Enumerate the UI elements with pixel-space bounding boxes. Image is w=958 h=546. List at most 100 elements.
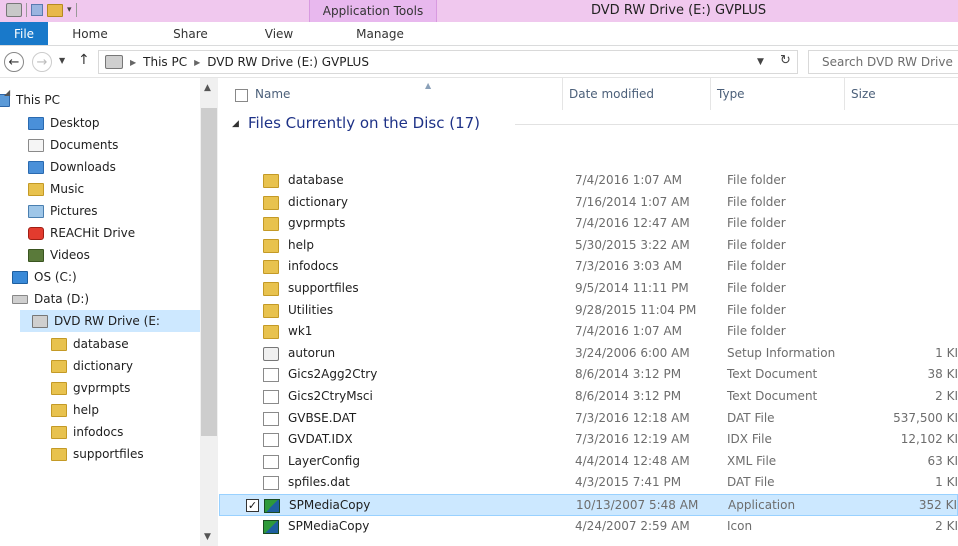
collapse-triangle-icon[interactable]: ◢ <box>232 119 239 129</box>
file-group-header[interactable]: ◢ Files Currently on the Disc (17) <box>219 111 958 137</box>
nav-item-os-c[interactable]: OS (C:) <box>12 266 77 288</box>
file-row[interactable]: autorun 3/24/2006 6:00 AM Setup Informatio… <box>219 343 958 365</box>
nav-item-music[interactable]: Music <box>28 178 84 200</box>
file-type: Text Document <box>727 367 818 381</box>
file-name: database <box>288 173 344 187</box>
tab-home[interactable]: Home <box>65 22 115 45</box>
search-input[interactable]: Search DVD RW Drive <box>808 50 958 74</box>
back-button[interactable]: ← <box>4 52 24 72</box>
folder-icon <box>263 325 279 339</box>
file-date-modified: 4/4/2014 12:48 AM <box>575 454 690 468</box>
group-divider <box>515 124 958 125</box>
column-header-type[interactable]: Type <box>711 78 845 110</box>
file-name: help <box>288 238 314 252</box>
downloads-icon <box>28 160 44 174</box>
scrollbar-thumb[interactable] <box>201 108 217 436</box>
file-row[interactable]: dictionary 7/16/2014 1:07 AM File folder <box>219 192 958 214</box>
nav-item-supportfiles[interactable]: supportfiles <box>51 443 144 465</box>
file-row[interactable]: wk1 7/4/2016 1:07 AM File folder <box>219 321 958 343</box>
column-header-date-modified[interactable]: Date modified <box>563 78 711 110</box>
text-file-icon <box>263 390 279 404</box>
application-icon <box>263 520 279 534</box>
folder-icon <box>51 337 67 351</box>
file-row[interactable]: gvprmpts 7/4/2016 12:47 AM File folder <box>219 213 958 235</box>
file-name: gvprmpts <box>288 216 346 230</box>
nav-item-videos[interactable]: Videos <box>28 244 90 266</box>
folder-icon <box>263 174 279 188</box>
scroll-down-icon[interactable]: ▼ <box>204 532 211 542</box>
tab-share[interactable]: Share <box>168 22 213 45</box>
nav-item-label: database <box>73 337 129 351</box>
file-row[interactable]: infodocs 7/3/2016 3:03 AM File folder <box>219 256 958 278</box>
navigation-scrollbar[interactable]: ▲ ▼ <box>200 78 218 546</box>
file-name: GVBSE.DAT <box>288 411 357 425</box>
properties-icon[interactable] <box>31 4 43 16</box>
up-arrow-icon[interactable]: ↑ <box>78 52 90 68</box>
dvd-drive-icon <box>105 55 123 69</box>
nav-item-desktop[interactable]: Desktop <box>28 112 100 134</box>
nav-item-documents[interactable]: Documents <box>28 134 118 156</box>
nav-item-label: Data (D:) <box>34 292 90 306</box>
nav-item-gvprmpts[interactable]: gvprmpts <box>51 377 130 399</box>
file-name: wk1 <box>288 324 313 338</box>
new-folder-icon[interactable] <box>47 3 63 17</box>
row-checkbox[interactable]: ✓ <box>246 499 259 512</box>
file-row[interactable]: Gics2Agg2Ctry 8/6/2014 3:12 PM Text Docume… <box>219 364 958 386</box>
address-row: ← → ▼ ↑ ▶ This PC ▶ DVD RW Drive (E:) GV… <box>0 46 958 78</box>
file-row[interactable]: help 5/30/2015 3:22 AM File folder <box>219 235 958 257</box>
address-bar[interactable]: ▶ This PC ▶ DVD RW Drive (E:) GVPLUS <box>98 50 798 74</box>
file-icon <box>263 476 279 490</box>
nav-item-label: gvprmpts <box>73 381 131 395</box>
file-row[interactable]: database 7/4/2016 1:07 AM File folder <box>219 170 958 192</box>
file-date-modified: 7/4/2016 1:07 AM <box>575 324 683 338</box>
tab-view[interactable]: View <box>257 22 301 45</box>
file-row[interactable]: LayerConfig 4/4/2014 12:48 AM XML File 63 K… <box>219 451 958 473</box>
nav-item-infodocs[interactable]: infodocs <box>51 421 123 443</box>
file-row[interactable]: GVBSE.DAT 7/3/2016 12:18 AM DAT File 537,50… <box>219 408 958 430</box>
file-row[interactable]: Gics2CtryMsci 8/6/2014 3:12 PM Text Docume… <box>219 386 958 408</box>
column-header-name[interactable]: Name <box>219 78 563 110</box>
scroll-up-icon[interactable]: ▲ <box>204 83 211 93</box>
application-tools-context-tab: Application Tools <box>309 0 437 22</box>
toolbar-divider <box>75 3 77 17</box>
folder-icon <box>51 359 67 373</box>
file-date-modified: 4/3/2015 7:41 PM <box>575 475 682 489</box>
customize-toolbar-icon[interactable]: ▾ <box>67 5 72 15</box>
file-row[interactable]: Utilities 9/28/2015 11:04 PM File folder <box>219 300 958 322</box>
file-row[interactable]: GVDAT.IDX 7/3/2016 12:19 AM IDX File 12,102… <box>219 429 958 451</box>
nav-item-dictionary[interactable]: dictionary <box>51 355 133 377</box>
nav-item-dvd-rw-drive-e[interactable]: DVD RW Drive (E: <box>20 310 200 332</box>
breadcrumb-chevron-icon[interactable]: ▶ <box>194 58 200 67</box>
file-row[interactable]: ✓ SPMediaCopy 10/13/2007 5:48 AM Applicatio… <box>219 494 958 516</box>
file-row[interactable]: spfiles.dat 4/3/2015 7:41 PM DAT File 1 KI <box>219 472 958 494</box>
breadcrumb-this-pc[interactable]: This PC <box>143 55 187 69</box>
expand-this-pc-icon[interactable]: ◢ <box>4 88 10 97</box>
dvd-drive-icon <box>32 314 48 328</box>
nav-item-database[interactable]: database <box>51 333 129 355</box>
address-dropdown-icon[interactable]: ▼ <box>757 57 764 67</box>
nav-item-label: Pictures <box>50 204 98 218</box>
drive-icon[interactable] <box>6 3 22 17</box>
nav-item-downloads[interactable]: Downloads <box>28 156 116 178</box>
file-date-modified: 9/28/2015 11:04 PM <box>575 303 697 317</box>
file-row[interactable]: supportfiles 9/5/2014 11:11 PM File folder <box>219 278 958 300</box>
forward-button[interactable]: → <box>32 52 52 72</box>
tab-manage[interactable]: Manage <box>350 22 410 45</box>
folder-icon <box>51 381 67 395</box>
file-row[interactable]: SPMediaCopy 4/24/2007 2:59 AM Icon 2 KI <box>219 516 958 538</box>
nav-item-reachit-drive[interactable]: REACHit Drive <box>28 222 135 244</box>
column-header-size[interactable]: Size <box>845 78 958 110</box>
file-type: File folder <box>727 324 786 338</box>
nav-item-pictures[interactable]: Pictures <box>28 200 98 222</box>
recent-locations-chevron-icon[interactable]: ▼ <box>59 56 65 65</box>
folder-icon <box>51 447 67 461</box>
nav-item-data-d[interactable]: Data (D:) <box>12 288 89 310</box>
navigation-pane: DownloadsRecent placesThis PCDesktopDocu… <box>0 78 218 546</box>
tab-file[interactable]: File <box>0 22 48 45</box>
file-name: Utilities <box>288 303 334 317</box>
nav-item-help[interactable]: help <box>51 399 99 421</box>
breadcrumb-chevron-icon[interactable]: ▶ <box>130 58 136 67</box>
refresh-icon[interactable]: ↻ <box>780 53 791 68</box>
nav-item-label: OS (C:) <box>34 270 77 284</box>
breadcrumb-dvd-drive[interactable]: DVD RW Drive (E:) GVPLUS <box>207 55 369 69</box>
